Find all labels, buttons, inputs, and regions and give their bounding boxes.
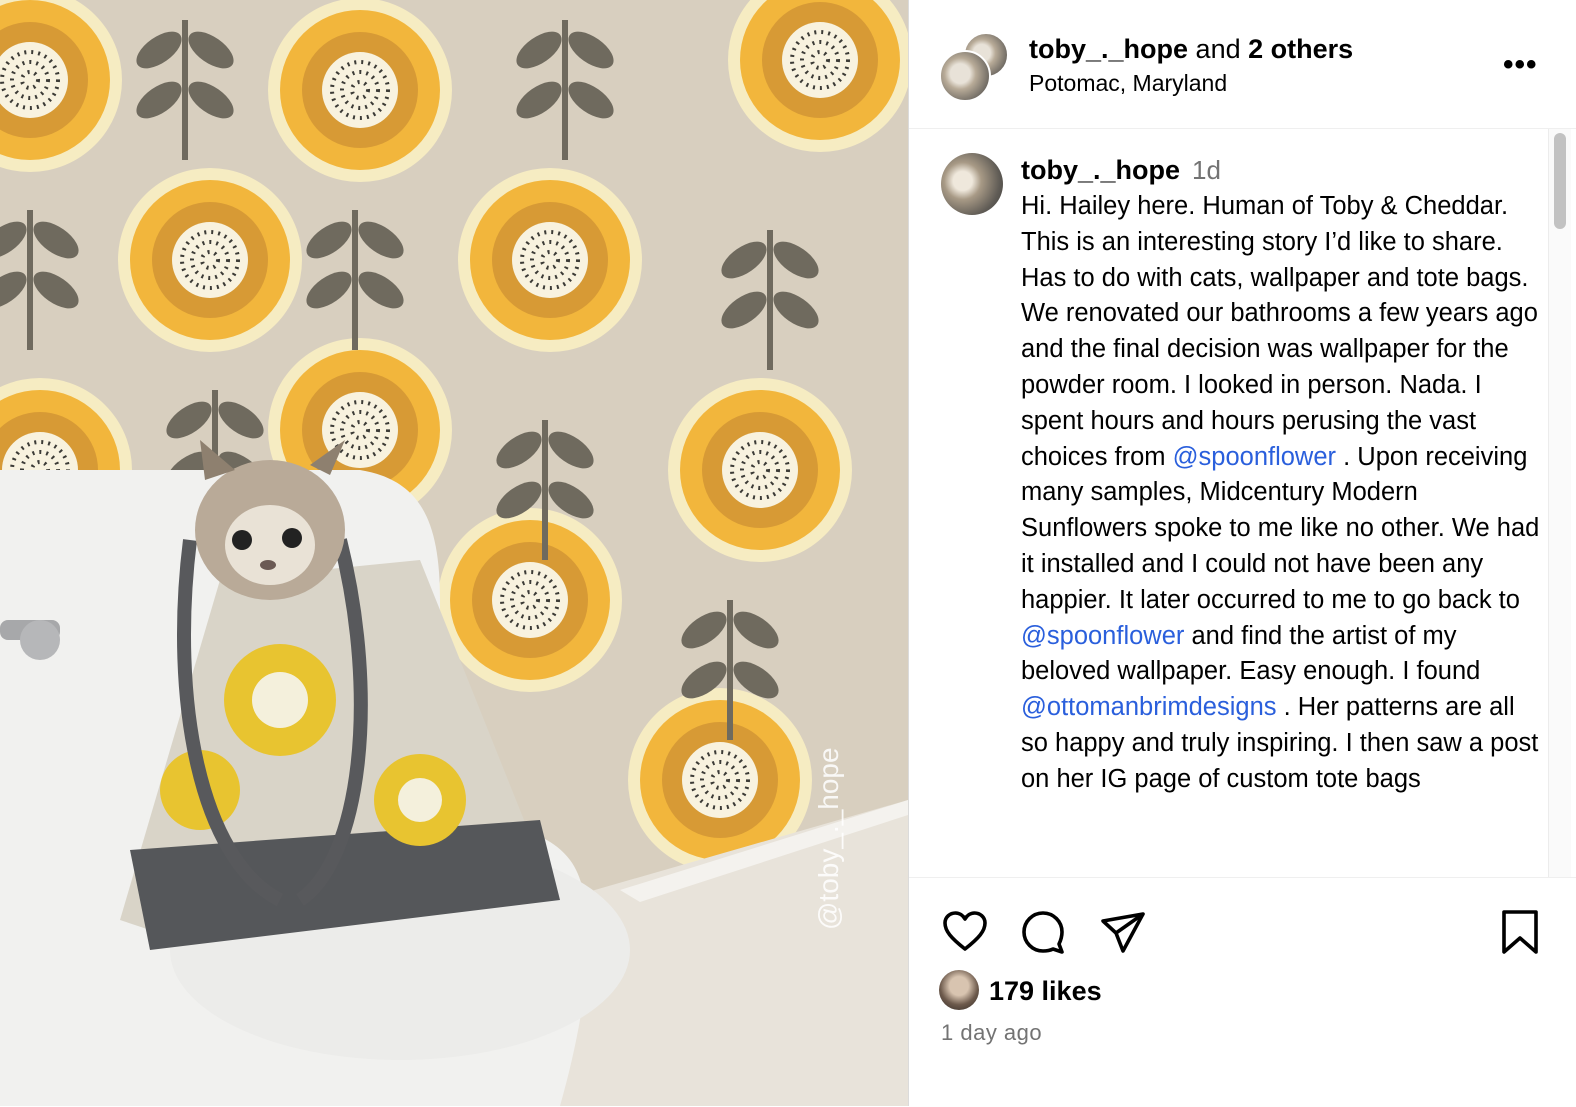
post-image: @toby_._hope [0, 0, 908, 1106]
post-details-panel: toby_._hope and 2 others Potomac, Maryla… [909, 0, 1576, 1106]
mention-link[interactable]: @spoonflower [1173, 443, 1336, 471]
avatar[interactable] [939, 50, 991, 102]
collab-avatars[interactable] [939, 32, 1009, 102]
avatar[interactable] [939, 970, 979, 1010]
authors-connector: and [1195, 34, 1241, 64]
caption-header: toby_._hope 1d [1021, 155, 1221, 186]
share-icon[interactable] [1099, 908, 1147, 956]
author-username-link[interactable]: toby_._hope [1029, 34, 1188, 64]
avatar[interactable] [941, 153, 1003, 215]
others-link[interactable]: 2 others [1248, 34, 1353, 64]
scrollbar[interactable] [1548, 129, 1571, 877]
photo-watermark: @toby_._hope [813, 747, 844, 930]
post-authors: toby_._hope and 2 others [1029, 34, 1353, 65]
caption-username-link[interactable]: toby_._hope [1021, 155, 1180, 185]
post-header: toby_._hope and 2 others Potomac, Maryla… [909, 0, 1576, 129]
more-options-icon[interactable]: ••• [1503, 48, 1538, 82]
bookmark-icon[interactable] [1496, 908, 1544, 956]
scrollbar-thumb[interactable] [1554, 133, 1566, 229]
location-link[interactable]: Potomac, Maryland [1029, 70, 1227, 97]
mention-link[interactable]: @spoonflower [1021, 622, 1184, 650]
comment-icon[interactable] [1019, 908, 1067, 956]
comments-section[interactable]: toby_._hope 1d Hi. Hailey here. Human of … [909, 129, 1549, 877]
heart-icon[interactable] [941, 908, 989, 956]
caption-time[interactable]: 1d [1192, 155, 1221, 185]
post-timestamp[interactable]: 1 day ago [941, 1020, 1042, 1046]
caption-text-part: Hi. Hailey here. Human of Toby & Cheddar… [1021, 192, 1538, 471]
caption-text: Hi. Hailey here. Human of Toby & Cheddar… [1021, 189, 1546, 798]
likes-count[interactable]: 179 likes [989, 976, 1102, 1007]
post-photo[interactable]: @toby_._hope [0, 0, 909, 1106]
post-actions: 179 likes 1 day ago [909, 877, 1576, 1107]
mention-link[interactable]: @ottomanbrimdesigns [1021, 693, 1277, 721]
